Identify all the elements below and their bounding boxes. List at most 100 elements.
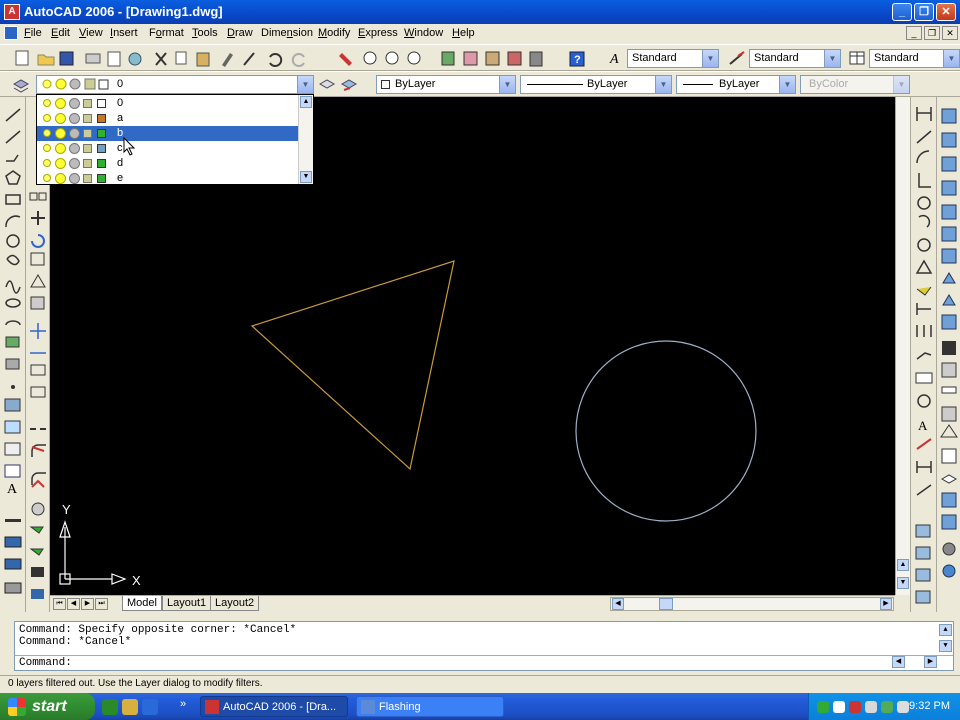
maximize-button[interactable]: ❐ [914,3,934,21]
layer-color-swatch [97,174,106,183]
start-button[interactable]: start [0,693,95,720]
quicklaunch-overflow-icon[interactable]: » [180,698,186,710]
plot-style-value: ByColor [809,78,849,90]
lineweight-sample [683,84,713,85]
tab-layout1[interactable]: Layout1 [162,596,212,611]
layer-item-b[interactable]: b [37,126,299,141]
tray-icon-b[interactable] [833,701,845,713]
close-button[interactable]: ✕ [936,3,956,21]
layer-item-a[interactable]: a [37,111,299,126]
lock-icon [83,99,92,108]
menu-insert[interactable]: Insert [110,27,138,39]
open-icon [37,54,55,66]
chevron-down-icon: ▼ [297,76,313,93]
minimize-button[interactable]: _ [892,3,912,21]
scroll-up-icon[interactable]: ▲ [897,559,909,571]
scroll-left-icon[interactable]: ◀ [892,656,905,668]
scroll-down-icon[interactable]: ▼ [300,171,312,183]
tab-layout2[interactable]: Layout2 [210,596,260,611]
last-tab-button[interactable]: ⏭ [95,598,108,610]
scroll-thumb[interactable] [659,598,673,610]
dim-style-combo[interactable]: Standard ▼ [749,49,841,68]
layer-combo[interactable]: 0 ▼ [36,75,314,94]
autocad-app-icon[interactable]: A [4,4,20,20]
document-icon[interactable] [4,26,18,40]
scroll-down-icon[interactable]: ▼ [897,577,909,589]
layer-item-0[interactable]: 0 [37,96,299,111]
sphere-icon [941,132,957,148]
previous-tab-button[interactable]: ◀ [67,598,80,610]
spline-icon [5,280,21,294]
chevron-down-icon: ▼ [893,76,909,93]
triangle-shape[interactable] [250,260,455,471]
vertical-scrollbar[interactable]: ▲ ▼ [895,97,910,595]
tray-icon-f[interactable] [897,701,909,713]
circle-shape[interactable] [575,340,757,522]
taskbar-button-autocad[interactable]: AutoCAD 2006 - [Dra... [200,696,348,717]
tab-model[interactable]: Model [122,596,162,611]
table-style-combo[interactable]: Standard ▼ [869,49,960,68]
command-prompt[interactable]: Command: [19,657,72,669]
quicklaunch-icon-a[interactable] [102,699,118,715]
menu-help[interactable]: Help [452,27,475,39]
command-window-grip[interactable] [0,618,14,672]
tool-icon-a [4,536,22,548]
linetype-value: ByLayer [587,78,628,90]
svg-text:A: A [609,52,619,65]
menu-window[interactable]: Window [404,27,443,39]
quickcalc-icon [529,51,543,67]
scroll-down-icon[interactable]: ▼ [939,640,952,652]
zoom-icon [31,502,45,516]
lineweight-combo[interactable]: ByLayer ▼ [676,75,796,94]
scroll-left-icon[interactable]: ◀ [612,598,624,610]
tray-icon-a[interactable] [817,701,829,713]
layer-item-e[interactable]: e [37,171,299,186]
horizontal-scrollbar[interactable]: ◀ ▶ [610,597,894,611]
mdi-restore-button[interactable]: ❐ [924,26,940,40]
layer-previous-icon[interactable] [340,76,358,94]
menu-express[interactable]: Express [358,27,398,39]
scroll-right-icon[interactable]: ▶ [880,598,892,610]
layer-item-d[interactable]: d [37,156,299,171]
menu-edit[interactable]: Edit [51,27,70,39]
layer-item-c[interactable]: c [37,141,299,156]
linetype-combo[interactable]: ByLayer ▼ [520,75,672,94]
scroll-up-icon[interactable]: ▲ [939,624,952,636]
command-window[interactable]: Command: Specify opposite corner: *Cance… [14,621,954,671]
mdi-close-button[interactable]: ✕ [942,26,958,40]
menu-draw[interactable]: Draw [227,27,253,39]
tray-icon-c[interactable] [849,701,861,713]
menu-file[interactable]: File [24,27,42,39]
pan-icon [339,53,352,66]
scroll-right-icon[interactable]: ▶ [924,656,937,668]
menu-modify[interactable]: Modify [318,27,350,39]
layer-list-scrollbar[interactable]: ▲ ▼ [298,95,313,184]
first-tab-button[interactable]: ⏮ [53,598,66,610]
next-tab-button[interactable]: ▶ [81,598,94,610]
scroll-up-icon[interactable]: ▲ [300,96,312,108]
menu-tools[interactable]: Tools [192,27,218,39]
make-object-layer-current-icon[interactable] [318,76,336,94]
chevron-down-icon: ▼ [499,76,515,93]
tool-icon-b [4,558,22,570]
block-editor-icon [243,52,255,66]
start-label: start [32,698,67,715]
quicklaunch-icon-c[interactable] [142,699,158,715]
menu-view[interactable]: View [79,27,103,39]
taskbar-button-flashing[interactable]: Flashing [356,696,504,717]
layer-manager-icon[interactable] [12,76,30,94]
tray-icon-e[interactable] [881,701,893,713]
tray-icon-d[interactable] [865,701,877,713]
menu-dimension[interactable]: Dimension [261,27,313,39]
lineweight-value: ByLayer [719,78,760,90]
menu-format[interactable]: Format [149,27,184,39]
continue-icon [916,325,932,337]
mdi-minimize-button[interactable]: _ [906,26,922,40]
diameter-icon [917,238,931,252]
quicklaunch-icon-b[interactable] [122,699,138,715]
text-style-combo[interactable]: Standard ▼ [627,49,719,68]
color-combo[interactable]: ByLayer ▼ [376,75,516,94]
copy-icon [175,51,187,65]
layer-dropdown-list[interactable]: 0 abcde ▲ ▼ [36,94,314,185]
sun-icon [55,128,66,139]
